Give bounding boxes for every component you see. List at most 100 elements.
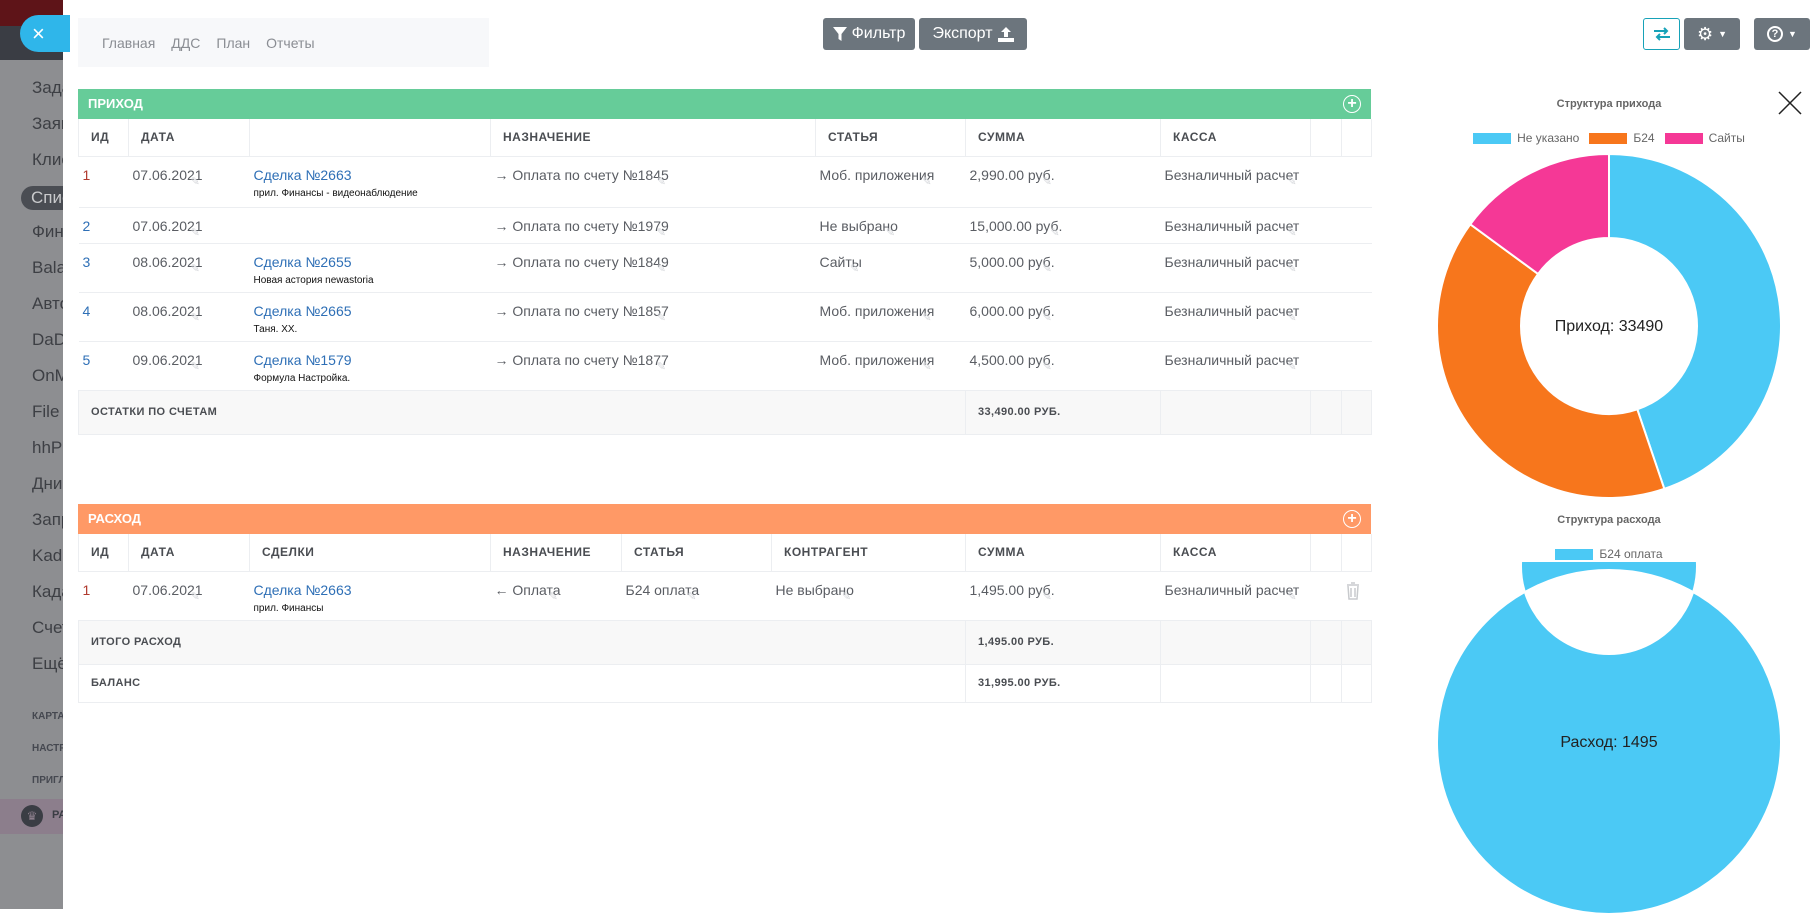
legend-item[interactable]: Б24 (1589, 131, 1655, 145)
sidebar-section[interactable]: КАРТА (32, 711, 63, 722)
sidebar-item[interactable]: Спис (21, 186, 63, 210)
edit-pencil-icon[interactable]: ✎ (1050, 226, 1059, 239)
filter-label: Фильтр (851, 25, 906, 42)
nav-home[interactable]: Главная (102, 35, 155, 51)
legend-swatch (1664, 133, 1703, 145)
cash-cell-text: Безналичный расчет (1164, 253, 1300, 270)
sidebar-item[interactable]: Дни (32, 474, 62, 494)
edit-pencil-icon[interactable]: ✎ (1043, 175, 1052, 188)
edit-pencil-icon[interactable]: ✎ (1287, 262, 1296, 275)
add-expense-icon[interactable]: + (1343, 510, 1361, 528)
column-header: СТАТЬЯ (815, 119, 966, 157)
deal-cell-text[interactable]: Сделка №2655 (254, 254, 352, 270)
sidebar-item[interactable]: Kada (32, 546, 63, 566)
sidebar-section[interactable]: ПРИГЛ (32, 775, 63, 786)
pie-slice-Б24[interactable] (1436, 222, 1666, 499)
edit-pencil-icon[interactable]: ✎ (1287, 590, 1296, 603)
edit-pencil-icon[interactable]: ✎ (842, 590, 851, 603)
breadcrumb-nav: Главная ДДС План Отчеты (78, 18, 489, 67)
table-cell (1341, 292, 1372, 342)
sidebar-item-premium[interactable]: ♛ РА (0, 799, 63, 834)
sidebar-item[interactable]: Зада (32, 78, 63, 98)
legend-item[interactable]: Б24 оплата (1555, 547, 1663, 561)
legend-item[interactable]: Сайты (1664, 131, 1745, 145)
edit-pencil-icon[interactable]: ✎ (1287, 311, 1296, 324)
filter-button[interactable]: Фильтр (823, 18, 915, 50)
table-cell (1310, 663, 1342, 703)
edit-pencil-icon[interactable]: ✎ (657, 262, 666, 275)
edit-pencil-icon[interactable]: ✎ (657, 311, 666, 324)
sidebar-item[interactable]: DaD (32, 330, 63, 350)
edit-pencil-icon[interactable]: ✎ (922, 175, 931, 188)
edit-pencil-icon[interactable]: ✎ (191, 262, 200, 275)
table-cell (1310, 207, 1342, 244)
edit-pencil-icon[interactable]: ✎ (191, 175, 200, 188)
sidebar-item[interactable]: Счет (32, 618, 63, 638)
edit-pencil-icon[interactable]: ✎ (657, 226, 666, 239)
edit-pencil-icon[interactable]: ✎ (191, 590, 200, 603)
trash-icon[interactable] (1346, 581, 1360, 603)
id-cell: 5 (78, 341, 129, 391)
column-header: СДЕЛКИ (249, 534, 491, 572)
sidebar: Зада Заяв Клие Спис Фин Bala Авто DaD OnM File I h… (0, 0, 63, 909)
nav-dds[interactable]: ДДС (171, 35, 200, 51)
sidebar-item[interactable]: hhPa (32, 438, 63, 458)
legend-label: Б24 оплата (1599, 547, 1663, 561)
edit-pencil-icon[interactable]: ✎ (1043, 590, 1052, 603)
filter-icon (832, 27, 847, 41)
id-cell-text: 4 (82, 302, 91, 319)
deal-cell-text[interactable]: Сделка №1579 (254, 352, 352, 368)
sum-cell: 6,000.00 руб. ✎ (965, 292, 1161, 342)
sidebar-item[interactable]: Авто (32, 294, 63, 314)
sidebar-item[interactable]: Bala (32, 258, 63, 278)
sidebar-item[interactable]: Клие (32, 150, 63, 170)
legend-label: Б24 (1633, 131, 1655, 145)
edit-pencil-icon[interactable]: ✎ (886, 226, 895, 239)
edit-pencil-icon[interactable]: ✎ (687, 590, 696, 603)
legend-item[interactable]: Не указано (1473, 131, 1579, 145)
column-header (1341, 119, 1372, 157)
deal-cell-text[interactable]: Сделка №2663 (254, 167, 352, 183)
sidebar-item[interactable]: Фин (32, 222, 63, 242)
deal-cell-text[interactable]: Сделка №2665 (254, 303, 352, 319)
income-row: 2 07.06.2021 ✎ → Оплата по счету №1979 ✎ Не в… (78, 207, 1372, 244)
edit-pencil-icon[interactable]: ✎ (191, 226, 200, 239)
nav-plan[interactable]: План (216, 35, 250, 51)
edit-pencil-icon[interactable]: ✎ (1287, 226, 1296, 239)
total-row: БАЛАНС 31,995.00 РУБ. (78, 663, 1372, 703)
sidebar-item[interactable]: OnM (32, 366, 63, 386)
swap-button[interactable] (1643, 18, 1680, 50)
settings-dropdown[interactable]: ⚙ ▼ (1684, 18, 1740, 50)
sidebar-item[interactable]: File I (32, 402, 63, 422)
edit-pencil-icon[interactable]: ✎ (657, 175, 666, 188)
income-section: ПРИХОД + ИД ДАТА НАЗНАЧЕНИЕ СТАТЬЯ СУММА КАСС… (78, 89, 1372, 435)
deal-cell-text[interactable]: Сделка №2663 (254, 582, 352, 598)
edit-pencil-icon[interactable]: ✎ (922, 360, 931, 373)
close-panel-button[interactable]: × (20, 15, 70, 52)
edit-pencil-icon[interactable]: ✎ (850, 262, 859, 275)
table-cell (1310, 292, 1342, 342)
total-value: 1,495.00 РУБ. (965, 619, 1161, 665)
edit-pencil-icon[interactable]: ✎ (1043, 360, 1052, 373)
sidebar-item[interactable]: Ещё (32, 654, 63, 674)
sidebar-item[interactable]: Заяв (32, 114, 63, 134)
add-income-icon[interactable]: + (1343, 95, 1361, 113)
edit-pencil-icon[interactable]: ✎ (657, 360, 666, 373)
id-cell-text: 1 (82, 581, 91, 598)
edit-pencil-icon[interactable]: ✎ (191, 360, 200, 373)
sidebar-item[interactable]: Запр (32, 510, 63, 530)
edit-pencil-icon[interactable]: ✎ (1043, 262, 1052, 275)
edit-pencil-icon[interactable]: ✎ (549, 590, 558, 603)
nav-reports[interactable]: Отчеты (266, 35, 314, 51)
sidebar-section[interactable]: НАСТР (32, 743, 63, 754)
edit-pencil-icon[interactable]: ✎ (1287, 360, 1296, 373)
edit-pencil-icon[interactable]: ✎ (1287, 175, 1296, 188)
edit-pencil-icon[interactable]: ✎ (922, 311, 931, 324)
edit-pencil-icon[interactable]: ✎ (191, 311, 200, 324)
export-button[interactable]: Экспорт (919, 18, 1027, 50)
legend-swatch (1555, 549, 1594, 561)
table-cell (1310, 571, 1342, 621)
edit-pencil-icon[interactable]: ✎ (1043, 311, 1052, 324)
sidebar-item[interactable]: Када (32, 582, 63, 602)
help-dropdown[interactable]: ? ▼ (1754, 18, 1810, 50)
